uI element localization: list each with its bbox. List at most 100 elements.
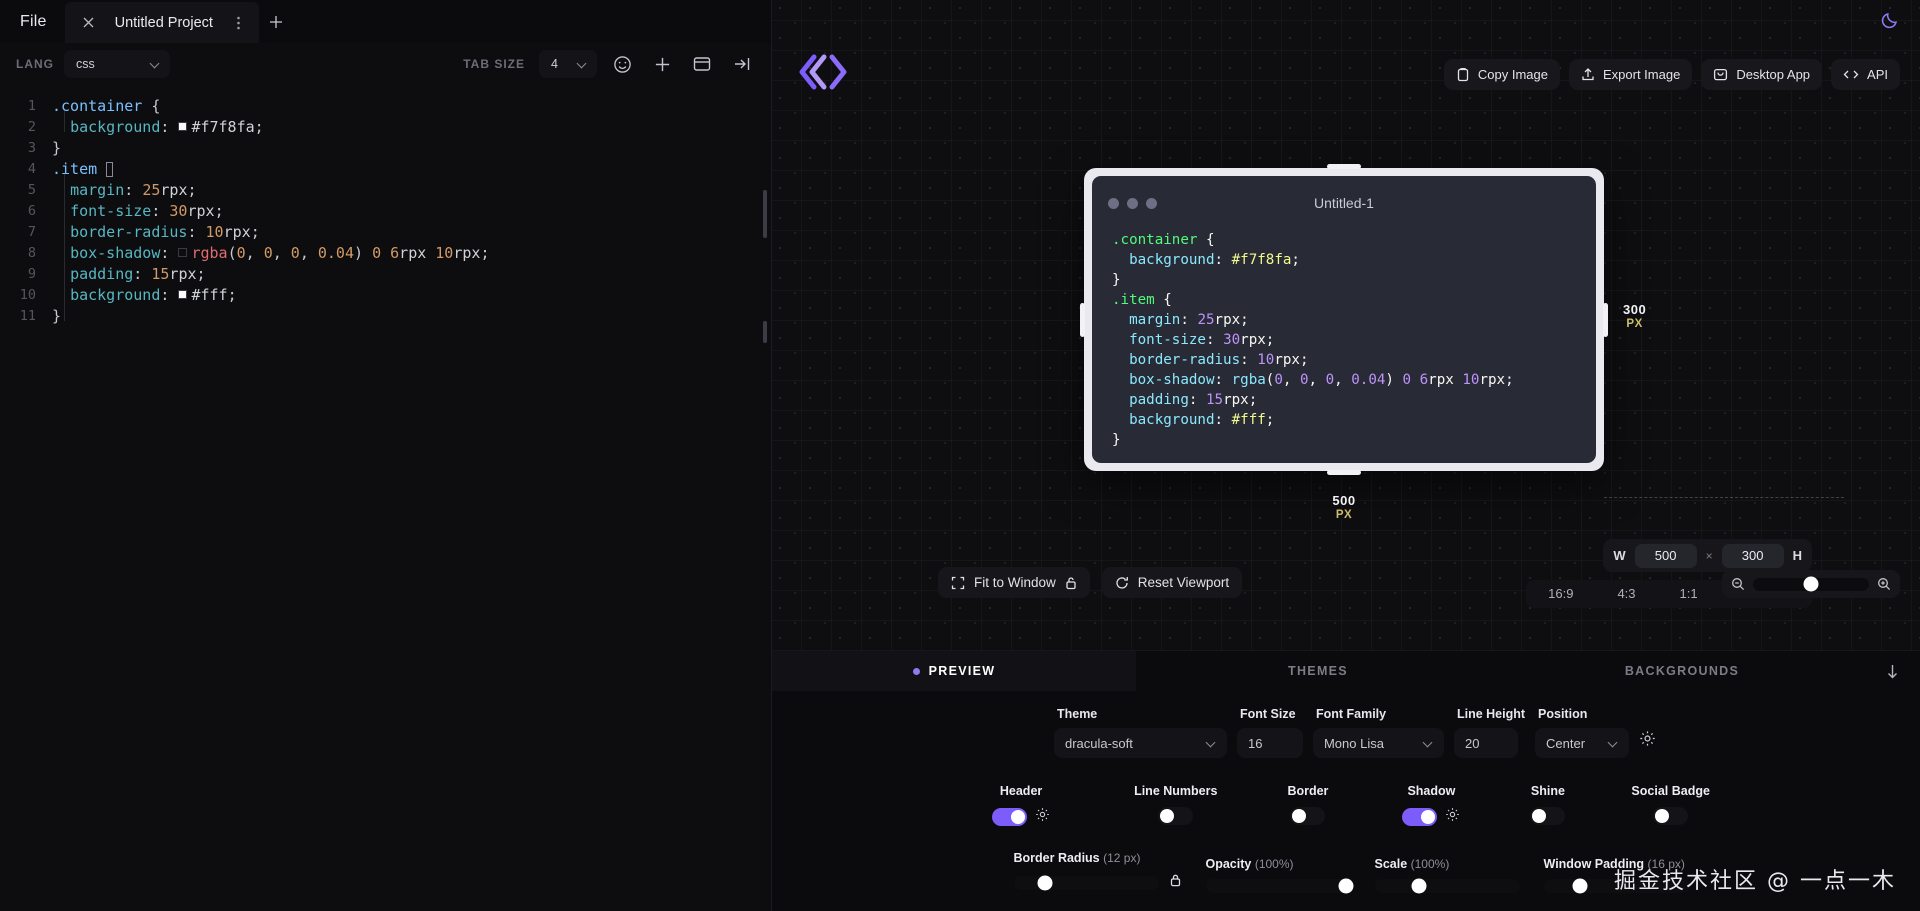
canvas-area[interactable]: Copy Image Export Image Desktop App API (772, 0, 1920, 650)
aspect-ratio-1-1[interactable]: 1:1 (1658, 580, 1720, 608)
code-text: margin: 25rpx; (70, 181, 197, 199)
slider-track-opacity[interactable] (1205, 878, 1354, 894)
resize-handle-right[interactable] (1603, 302, 1608, 337)
lang-select[interactable]: css (64, 50, 170, 78)
kebab-menu-icon[interactable] (229, 12, 249, 34)
slider-knob[interactable] (1572, 878, 1588, 894)
title-bar: File Untitled Project (0, 0, 771, 43)
toggle-label: Shine (1530, 784, 1565, 798)
editor-scrollbar-thumb-1[interactable] (763, 190, 767, 238)
code-line: 6 font-size: 30rpx; (0, 201, 771, 222)
slider-group-scale: Scale (100%) (1374, 857, 1520, 894)
preview-code-line: background: #fff; (1129, 412, 1275, 428)
select-font-family[interactable]: Mono Lisa (1312, 728, 1444, 758)
tab-backgrounds[interactable]: BACKGROUNDS (1500, 651, 1864, 691)
slider-knob[interactable] (1411, 878, 1427, 894)
slider-knob[interactable] (1338, 878, 1354, 894)
zoom-slider-knob[interactable] (1803, 576, 1819, 592)
code-text: background: #f7f8fa; (70, 118, 264, 136)
export-image-button[interactable]: Export Image (1568, 59, 1693, 90)
app-root: File Untitled Project LANG css TAB SIZE … (0, 0, 1920, 911)
line-number: 4 (27, 161, 36, 177)
toggle-knob (1421, 810, 1436, 824)
slider-row (1374, 878, 1520, 894)
lock-icon[interactable] (1169, 873, 1182, 893)
desktop-app-button[interactable]: Desktop App (1701, 59, 1823, 90)
field-label: Theme (1056, 707, 1098, 721)
slider-track-scale[interactable] (1374, 878, 1520, 894)
tab-label: PREVIEW (928, 664, 996, 678)
preview-code-line: } (1112, 272, 1121, 288)
chevron-down-icon (1207, 739, 1216, 748)
input-font-size[interactable]: 16 (1236, 728, 1303, 758)
zoom-slider-track[interactable] (1753, 576, 1869, 592)
width-input[interactable]: 500 (1634, 543, 1697, 568)
gear-icon[interactable] (1639, 730, 1656, 752)
collapse-right-icon[interactable] (727, 49, 757, 79)
split-pane-icon[interactable] (687, 49, 717, 79)
toggle-shine[interactable] (1530, 807, 1566, 825)
dimension-height-value: 300 (1623, 302, 1647, 317)
code-line: 5 margin: 25rpx; (0, 180, 771, 201)
tabsize-label: TAB SIZE (463, 57, 525, 71)
plus-icon[interactable] (259, 0, 293, 43)
toggle-knob (1532, 809, 1547, 823)
aspect-ratio-4-3[interactable]: 4:3 (1595, 580, 1657, 608)
line-number: 10 (19, 287, 36, 303)
toggle-social-badge[interactable] (1653, 807, 1689, 825)
reset-viewport-button[interactable]: Reset Viewport (1101, 567, 1243, 598)
line-number: 2 (27, 119, 36, 135)
toggle-border[interactable] (1290, 807, 1326, 825)
height-input[interactable]: 300 (1721, 543, 1784, 568)
preview-window-wrapper[interactable]: Untitled-1 .container { background: #f7f… (1080, 164, 1608, 475)
copy-image-button[interactable]: Copy Image (1443, 59, 1560, 90)
moon-icon[interactable] (1880, 10, 1902, 32)
gear-icon[interactable] (1445, 807, 1460, 827)
code-editor[interactable]: 1 .container {2 background: #f7f8fa; 3} 4 .i… (0, 85, 771, 911)
select-theme[interactable]: dracula-soft (1053, 728, 1227, 758)
viewport-controls: Fit to Window Reset Viewport W 500 × 300… (772, 539, 1920, 650)
slider-knob[interactable] (1037, 875, 1053, 891)
slider-group-opacity: Opacity (100%) (1205, 857, 1354, 894)
close-icon[interactable] (79, 13, 99, 33)
toggle-header[interactable] (992, 808, 1028, 826)
editor-scrollbar-thumb-2[interactable] (763, 321, 767, 343)
code-line: 1 .container { (0, 96, 771, 117)
menu-file[interactable]: File (0, 0, 65, 43)
width-label: W (1613, 548, 1626, 563)
line-number: 1 (27, 98, 36, 114)
tab-label: THEMES (1288, 664, 1348, 678)
field-label: Line Height (1456, 707, 1526, 721)
slider-label: Scale (100%) (1374, 857, 1450, 871)
tab-preview[interactable]: PREVIEW (772, 651, 1136, 691)
input-line-height[interactable]: 20 (1453, 728, 1518, 758)
export-image-label: Export Image (1602, 67, 1681, 82)
preview-code-line: .container { (1112, 232, 1215, 248)
slider-group-border-radius: Border Radius (12 px) (1013, 851, 1182, 893)
resize-handle-top[interactable] (1327, 164, 1361, 169)
resize-handle-left[interactable] (1080, 302, 1085, 337)
toggle-line-numbers[interactable] (1158, 807, 1194, 825)
tabsize-select[interactable]: 4 (539, 50, 597, 78)
resize-handle-bottom[interactable] (1327, 470, 1361, 475)
gear-icon[interactable] (1035, 807, 1050, 827)
select-position[interactable]: Center (1535, 728, 1630, 758)
project-tab[interactable]: Untitled Project (64, 2, 259, 43)
code-text: } (52, 307, 62, 325)
fit-to-window-button[interactable]: Fit to Window (938, 567, 1090, 598)
api-button[interactable]: API (1831, 59, 1900, 90)
preview-code-line: box-shadow: rgba(0, 0, 0, 0.04) 0 6rpx 1… (1129, 372, 1514, 388)
slider-track-border-radius[interactable] (1013, 875, 1159, 891)
toggle-row (1653, 807, 1689, 825)
field-value: 16 (1247, 735, 1263, 751)
emoji-smile-icon[interactable] (607, 49, 637, 79)
arrow-down-icon[interactable] (1864, 651, 1920, 691)
dimension-width-unit: PX (1335, 509, 1353, 521)
plus-icon[interactable] (647, 49, 677, 79)
aspect-ratio-16-9[interactable]: 16:9 (1526, 580, 1595, 608)
toggle-shadow[interactable] (1402, 808, 1438, 826)
tab-themes[interactable]: THEMES (1136, 651, 1500, 691)
field-value: Center (1546, 735, 1586, 751)
line-number: 3 (27, 140, 36, 156)
slider-label: Opacity (100%) (1205, 857, 1294, 871)
